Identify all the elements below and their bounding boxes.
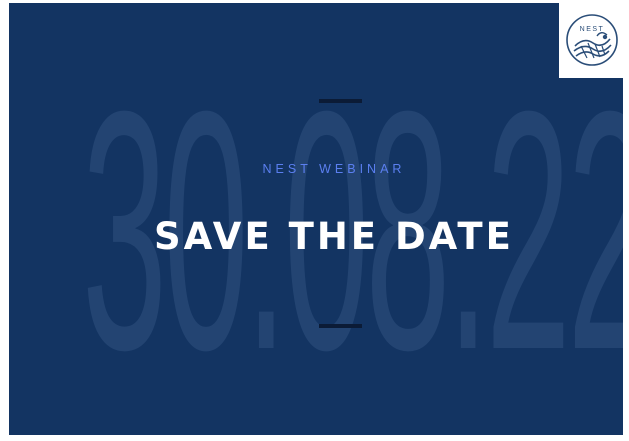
nest-logo: NEST [566, 14, 618, 66]
bottom-rule [319, 324, 362, 328]
event-label: NEST WEBINAR [262, 162, 406, 176]
top-rule [319, 99, 362, 103]
save-the-date-heading: SAVE THE DATE [154, 215, 514, 258]
logo-container: NEST [559, 3, 625, 78]
webinar-card: 30.08.22 NEST WEBINAR SAVE THE DATE [9, 3, 623, 435]
logo-text: NEST [580, 26, 605, 33]
